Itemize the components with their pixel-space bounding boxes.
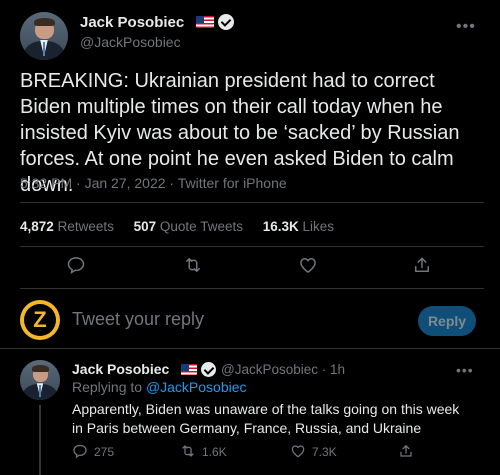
reply-button[interactable]: Reply <box>418 306 476 336</box>
reply-author-handle[interactable]: @JackPosobiec · 1h <box>221 362 345 377</box>
divider <box>20 288 484 289</box>
author-avatar[interactable] <box>20 12 68 60</box>
retweet-icon[interactable] <box>183 255 203 275</box>
divider <box>0 348 500 349</box>
reply-author-name[interactable]: Jack Posobiec <box>72 361 169 377</box>
like-icon[interactable] <box>298 255 318 275</box>
quotes-stat[interactable]: 507 Quote Tweets <box>134 219 243 234</box>
replying-to: Replying to @JackPosobiec <box>72 379 247 395</box>
like-icon[interactable] <box>290 443 306 459</box>
tweet-meta[interactable]: 5:32 PM · Jan 27, 2022 · Twitter for iPh… <box>20 175 287 191</box>
retweet-icon[interactable] <box>180 443 196 459</box>
likes-stat[interactable]: 16.3K Likes <box>263 219 334 234</box>
flag-us-icon <box>196 16 214 28</box>
thread-line <box>39 405 41 475</box>
retweet-count: 1.6K <box>202 445 227 459</box>
user-avatar[interactable]: Z <box>20 300 60 340</box>
tweet-stats: 4,872 Retweets 507 Quote Tweets 16.3K Li… <box>20 219 350 234</box>
reply-count: 275 <box>94 445 115 459</box>
author-handle[interactable]: @JackPosobiec <box>80 34 181 50</box>
reply-icon[interactable] <box>66 255 86 275</box>
author-name[interactable]: Jack Posobiec <box>80 14 184 31</box>
reply-more-icon[interactable]: ••• <box>456 362 474 378</box>
divider <box>20 246 484 247</box>
share-icon[interactable] <box>398 443 414 459</box>
replying-to-link[interactable]: @JackPosobiec <box>146 379 247 395</box>
verified-icon <box>201 362 216 377</box>
reply-text: Apparently, Biden was unaware of the tal… <box>72 401 460 436</box>
reply-input[interactable]: Tweet your reply <box>72 309 204 330</box>
retweets-stat[interactable]: 4,872 Retweets <box>20 219 114 234</box>
divider <box>20 202 484 203</box>
verified-icon <box>218 14 234 30</box>
like-count: 7.3K <box>312 445 337 459</box>
flag-us-icon <box>181 364 197 375</box>
reply-icon[interactable] <box>72 443 88 459</box>
share-icon[interactable] <box>412 255 432 275</box>
more-icon[interactable]: ••• <box>456 18 476 36</box>
reply-author-avatar[interactable] <box>20 360 60 400</box>
